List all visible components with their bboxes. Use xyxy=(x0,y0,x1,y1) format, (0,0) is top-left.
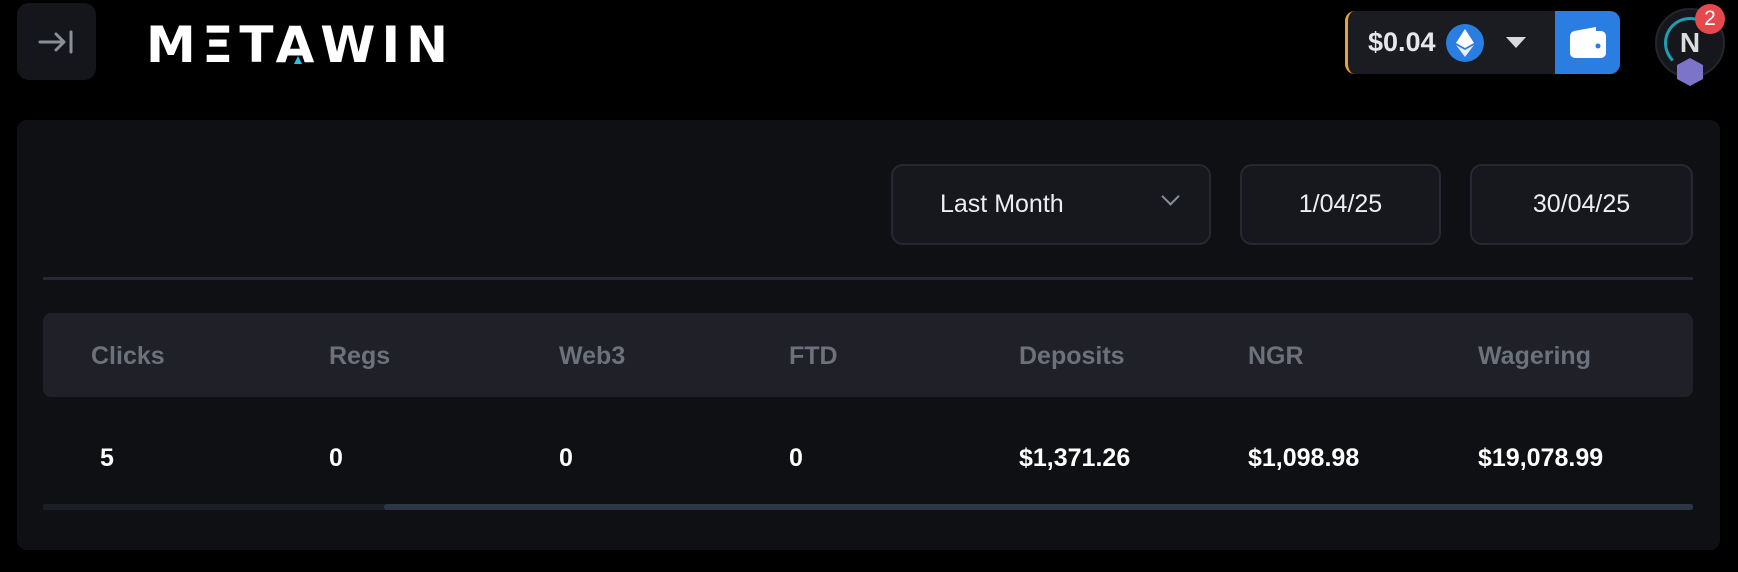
column-header-wagering[interactable]: Wagering xyxy=(1478,342,1591,371)
cell-ftd: 0 xyxy=(789,444,803,472)
wallet-icon xyxy=(1569,26,1606,58)
cell-regs: 0 xyxy=(329,444,343,472)
divider xyxy=(43,277,1693,280)
cell-wagering: $19,078.99 xyxy=(1478,444,1604,472)
period-dropdown[interactable]: Last Month xyxy=(891,164,1211,245)
balance-selector[interactable]: $0.04 xyxy=(1345,11,1620,74)
period-value: Last Month xyxy=(940,190,1064,218)
end-date-input[interactable]: 30/04/25 xyxy=(1470,164,1693,245)
start-date-value: 1/04/25 xyxy=(1298,190,1383,218)
column-header-regs[interactable]: Regs xyxy=(329,342,390,371)
cell-web3: 0 xyxy=(559,444,573,472)
chevron-down-icon xyxy=(1161,187,1180,206)
caret-down-icon[interactable] xyxy=(1505,37,1526,48)
ethereum-icon xyxy=(1445,23,1484,62)
top-bar: MΞTAWIN $0.04 N 2 xyxy=(0,0,1738,102)
balance-amount: $0.04 xyxy=(1368,27,1436,57)
table-row: 5 0 0 0 $1,371.26 $1,098.98 $19,078.99 xyxy=(43,440,1693,480)
column-header-ngr[interactable]: NGR xyxy=(1248,342,1304,371)
cell-clicks: 5 xyxy=(100,444,114,472)
table-header: Clicks Regs Web3 FTD Deposits NGR Wageri… xyxy=(43,313,1693,397)
column-header-ftd[interactable]: FTD xyxy=(789,342,838,371)
start-date-input[interactable]: 1/04/25 xyxy=(1240,164,1441,245)
scrollbar-thumb[interactable] xyxy=(384,504,1693,510)
arrow-right-to-bar-icon xyxy=(38,30,72,53)
cell-ngr: $1,098.98 xyxy=(1248,444,1360,472)
column-header-web3[interactable]: Web3 xyxy=(559,342,625,371)
wallet-button[interactable] xyxy=(1555,11,1620,74)
end-date-value: 30/04/25 xyxy=(1532,190,1631,218)
cell-deposits: $1,371.26 xyxy=(1019,444,1131,472)
column-header-clicks[interactable]: Clicks xyxy=(91,342,165,371)
sidebar-toggle-button[interactable] xyxy=(17,3,96,80)
column-header-deposits[interactable]: Deposits xyxy=(1019,342,1125,371)
notification-badge[interactable]: 2 xyxy=(1695,4,1725,34)
metawin-logo[interactable]: MΞTAWIN xyxy=(146,16,454,74)
